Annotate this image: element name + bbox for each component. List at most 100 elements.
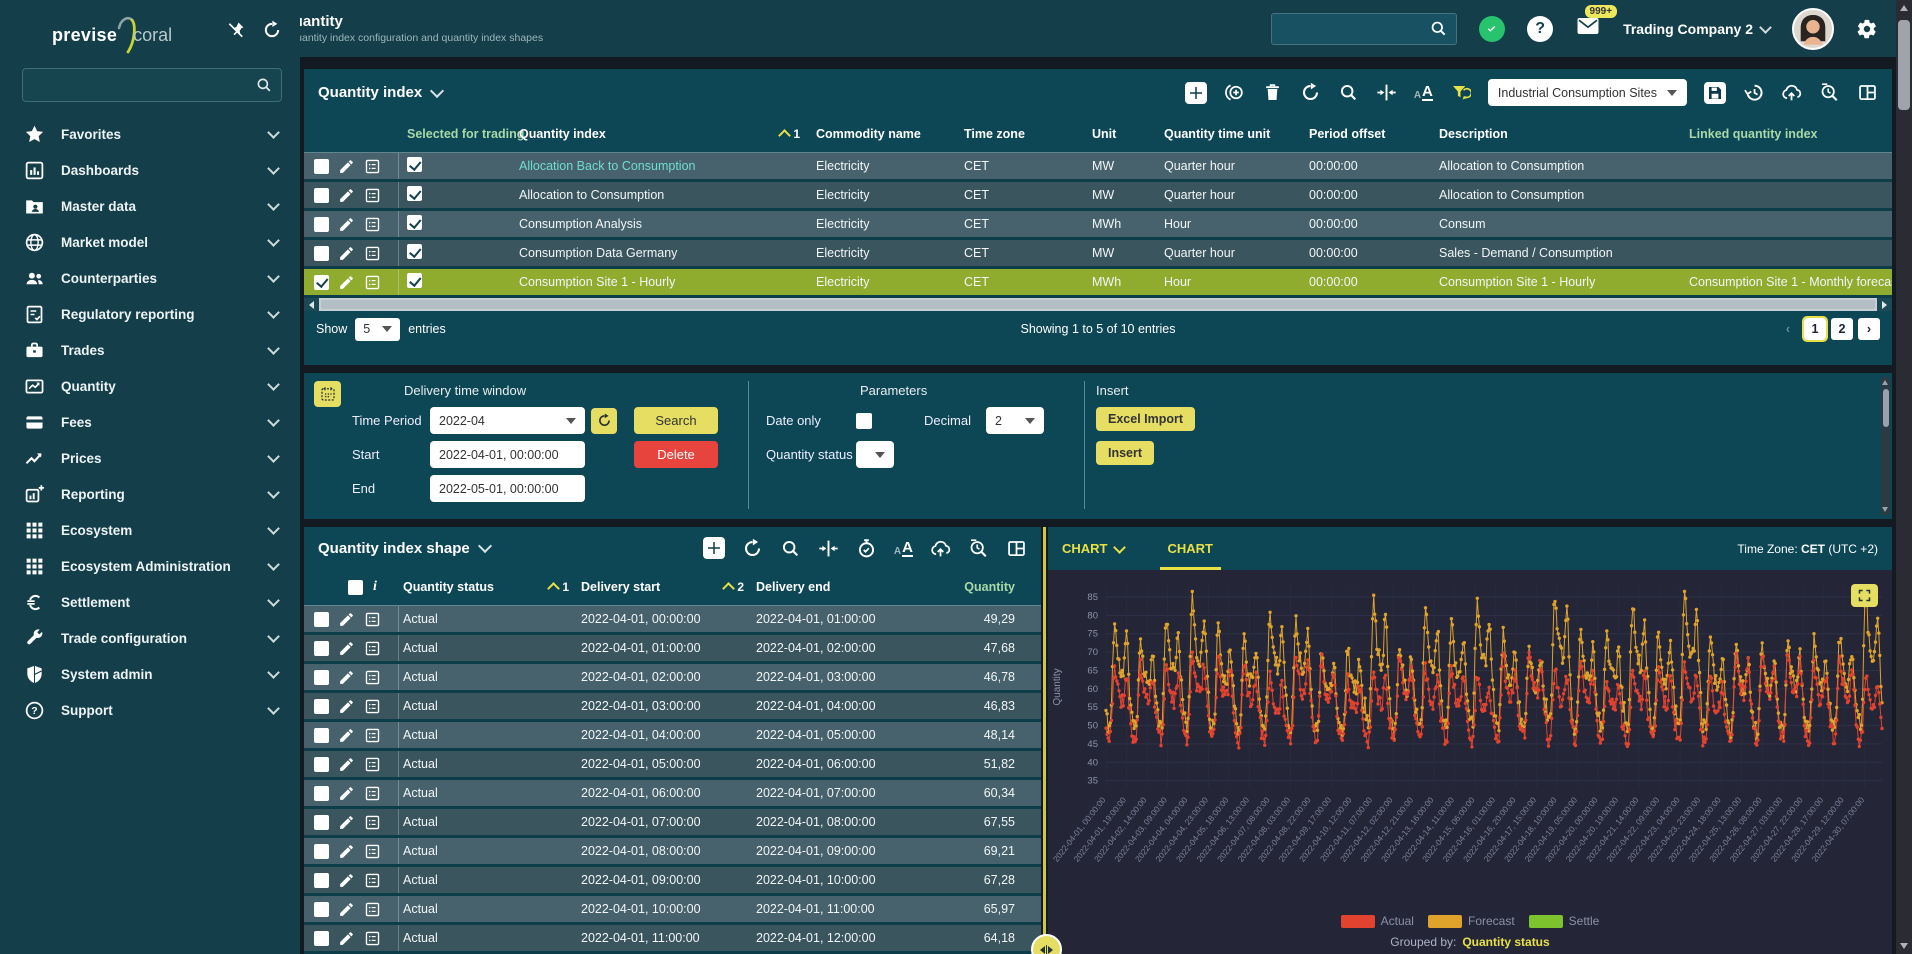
search-button[interactable] [780, 538, 801, 559]
scrollbar-thumb[interactable] [321, 300, 1875, 309]
col-description[interactable]: Description [1431, 127, 1681, 141]
edit-pencil-icon[interactable] [338, 930, 355, 947]
edit-pencil-icon[interactable] [338, 245, 355, 262]
sidebar-item-ecosystem[interactable]: Ecosystem [0, 512, 300, 548]
shape-row[interactable]: Actual 2022-04-01, 09:00:00 2022-04-01, … [304, 867, 1041, 896]
details-icon[interactable] [364, 187, 381, 204]
sidebar-search-input[interactable] [31, 77, 255, 94]
row-checkbox[interactable] [314, 757, 329, 772]
details-icon[interactable] [364, 669, 381, 686]
add-row-button[interactable] [1185, 82, 1207, 104]
row-checkbox[interactable] [314, 844, 329, 859]
sidebar-item-favorites[interactable]: Favorites [0, 116, 300, 152]
filter-reset-icon[interactable] [1450, 82, 1471, 103]
duplicate-button[interactable] [1224, 82, 1245, 103]
history-button[interactable] [1743, 82, 1764, 103]
fullscreen-button[interactable] [1851, 584, 1878, 607]
legend-item-forecast[interactable]: Forecast [1428, 914, 1515, 928]
col-commodity-name[interactable]: Commodity name [808, 127, 956, 141]
edit-pencil-icon[interactable] [338, 640, 355, 657]
edit-pencil-icon[interactable] [338, 158, 355, 175]
edit-pencil-icon[interactable] [338, 843, 355, 860]
edit-pencil-icon[interactable] [338, 698, 355, 715]
audit-search-button[interactable] [968, 538, 989, 559]
messages-button[interactable]: 999+ [1575, 14, 1601, 43]
row-checkbox[interactable] [314, 612, 329, 627]
shape-row[interactable]: Actual 2022-04-01, 10:00:00 2022-04-01, … [304, 896, 1041, 925]
timer-check-button[interactable] [856, 538, 877, 559]
shape-row[interactable]: Actual 2022-04-01, 02:00:00 2022-04-01, … [304, 664, 1041, 693]
refresh-button[interactable] [742, 538, 763, 559]
details-icon[interactable] [364, 158, 381, 175]
edit-pencil-icon[interactable] [338, 901, 355, 918]
col-unit[interactable]: Unit [1084, 127, 1156, 141]
time-period-select[interactable]: 2022-04 [430, 407, 585, 434]
edit-pencil-icon[interactable] [338, 872, 355, 889]
details-icon[interactable] [364, 611, 381, 628]
shape-row[interactable]: Actual 2022-04-01, 06:00:00 2022-04-01, … [304, 780, 1041, 809]
col-time-zone[interactable]: Time zone [956, 127, 1084, 141]
edit-pencil-icon[interactable] [338, 814, 355, 831]
help-icon[interactable]: ? [1527, 16, 1553, 42]
sidebar-item-settlement[interactable]: Settlement [0, 584, 300, 620]
time-window-button[interactable] [314, 381, 341, 407]
prev-page-button[interactable]: ‹ [1777, 318, 1799, 340]
panel-splitter[interactable] [1041, 527, 1048, 954]
quantity-index-name[interactable]: Allocation Back to Consumption [511, 159, 808, 173]
col-delivery-end[interactable]: Delivery end [752, 580, 944, 594]
selected-for-trading-checkbox[interactable] [407, 186, 422, 201]
sidebar-item-counterparties[interactable]: Counterparties [0, 260, 300, 296]
refresh-sidebar-icon[interactable] [262, 20, 282, 40]
sidebar-item-trades[interactable]: Trades [0, 332, 300, 368]
delete-button[interactable] [1262, 82, 1283, 103]
insert-button[interactable]: Insert [1096, 441, 1154, 465]
fit-columns-button[interactable] [818, 538, 839, 559]
start-input[interactable] [430, 441, 585, 468]
delete-button[interactable]: Delete [634, 441, 718, 468]
details-icon[interactable] [364, 901, 381, 918]
collapse-panel-icon[interactable] [430, 83, 444, 97]
sidebar-item-ecosystem-administration[interactable]: Ecosystem Administration [0, 548, 300, 584]
edit-pencil-icon[interactable] [338, 785, 355, 802]
grouped-by-value[interactable]: Quantity status [1462, 935, 1549, 949]
row-checkbox[interactable] [314, 217, 329, 232]
excel-import-button[interactable]: Excel Import [1096, 407, 1195, 431]
details-icon[interactable] [364, 216, 381, 233]
legend-item-settle[interactable]: Settle [1529, 914, 1600, 928]
page-button-2[interactable]: 2 [1831, 318, 1853, 340]
end-input[interactable] [430, 475, 585, 502]
col-delivery-start[interactable]: Delivery start 2 [577, 580, 752, 594]
col-linked-quantity-index[interactable]: Linked quantity index [1681, 127, 1892, 141]
edit-pencil-icon[interactable] [338, 611, 355, 628]
shape-row[interactable]: Actual 2022-04-01, 08:00:00 2022-04-01, … [304, 838, 1041, 867]
row-checkbox[interactable] [314, 873, 329, 888]
sidebar-item-market-model[interactable]: Market model [0, 224, 300, 260]
vertical-scrollbar[interactable] [1896, 0, 1912, 954]
row-checkbox[interactable] [314, 815, 329, 830]
layout-button[interactable] [1006, 538, 1027, 559]
font-size-button[interactable]: AA [1414, 84, 1433, 101]
row-checkbox[interactable] [314, 246, 329, 261]
select-all-checkbox[interactable] [348, 580, 363, 595]
audit-search-button[interactable] [1819, 82, 1840, 103]
upload-button[interactable] [1781, 82, 1802, 103]
details-icon[interactable] [364, 814, 381, 831]
col-quantity-time-unit[interactable]: Quantity time unit [1156, 127, 1301, 141]
details-icon[interactable] [364, 930, 381, 947]
sidebar-item-support[interactable]: ? Support [0, 692, 300, 728]
row-checkbox[interactable] [314, 275, 329, 290]
col-quantity-index[interactable]: Quantity index 1 [511, 127, 808, 141]
horizontal-scrollbar[interactable] [304, 298, 1892, 311]
reload-period-button[interactable] [591, 408, 617, 434]
collapse-panel-icon[interactable] [478, 539, 492, 553]
page-size-select[interactable]: 5 [355, 318, 400, 341]
add-row-button[interactable] [703, 537, 725, 559]
layout-button[interactable] [1857, 82, 1878, 103]
edit-pencil-icon[interactable] [338, 756, 355, 773]
details-icon[interactable] [364, 727, 381, 744]
sidebar-item-fees[interactable]: Fees [0, 404, 300, 440]
tab-chart[interactable]: CHART [1168, 527, 1214, 570]
sidebar-item-prices[interactable]: Prices [0, 440, 300, 476]
save-view-button[interactable] [1704, 82, 1726, 104]
decimal-select[interactable]: 2 [986, 407, 1044, 434]
